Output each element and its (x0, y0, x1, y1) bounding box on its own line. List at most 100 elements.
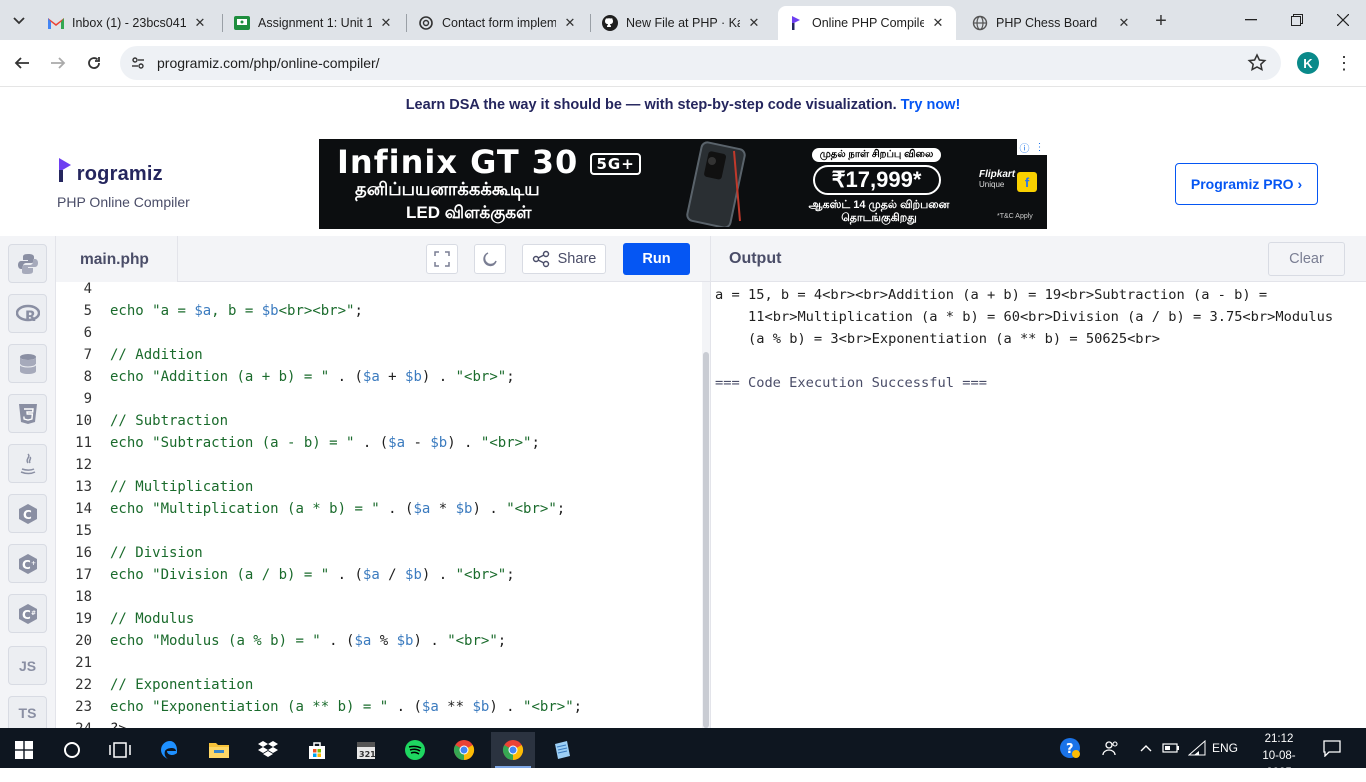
calendar-app-icon[interactable]: 321 (344, 732, 388, 768)
reload-icon[interactable] (83, 52, 105, 74)
ad-sale-date: ஆகஸ்ட் 14 முதல் விற்பனை தொடங்குகிறது (789, 199, 969, 225)
tab-assignment[interactable]: Assignment 1: Unit 1 ✕ (224, 6, 404, 40)
clear-button[interactable]: Clear (1268, 242, 1345, 276)
tab-php-compiler[interactable]: Online PHP Compiler ✕ (778, 6, 956, 40)
chrome-icon[interactable] (442, 732, 486, 768)
tab-chess-board[interactable]: PHP Chess Board ✕ (962, 6, 1142, 40)
code-token: "Multiplication (a * b) = " (152, 501, 380, 517)
java-icon[interactable] (8, 444, 47, 483)
code-editor[interactable]: 4 5 echo "a = $a, b = $b<br><br>"; 6 7// Add… (56, 282, 702, 728)
browser-menu-icon[interactable]: ⋮ (1334, 52, 1354, 74)
task-view-icon[interactable] (98, 732, 142, 768)
python-icon[interactable] (8, 244, 47, 283)
close-tab-icon[interactable]: ✕ (746, 15, 762, 31)
windows-start-icon[interactable] (2, 732, 46, 768)
file-tab-main-php[interactable]: main.php (56, 236, 178, 282)
ad-choices-icon[interactable]: ⓘ ⋮ (1017, 139, 1047, 155)
editor-scroll-thumb[interactable] (703, 352, 709, 728)
show-hidden-icons-chevron-icon[interactable] (1138, 737, 1154, 759)
tab-title: Assignment 1: Unit 1 (258, 16, 372, 30)
code-token: echo (110, 633, 153, 649)
line-content: // Subtraction (110, 410, 228, 432)
microsoft-store-icon[interactable] (295, 732, 339, 768)
code-token: $a (388, 435, 406, 451)
close-tab-icon[interactable]: ✕ (192, 15, 208, 31)
code-token: $b (430, 435, 448, 451)
bookmark-star-icon[interactable] (1247, 53, 1267, 73)
close-window-icon[interactable] (1330, 8, 1356, 32)
wifi-icon[interactable] (1186, 737, 1208, 759)
ad-sale-line-2: தொடங்குகிறது (841, 212, 917, 224)
ad-sale-line-1: ஆகஸ்ட் 14 முதல் விற்பனை (808, 199, 950, 211)
share-icon (532, 250, 549, 268)
cpp-icon[interactable]: C + (8, 544, 47, 583)
forward-icon[interactable] (47, 52, 69, 74)
share-button[interactable]: Share (522, 244, 606, 274)
svg-text:+: + (31, 560, 36, 567)
system-clock[interactable]: 21:12 10-08-2025 (1252, 731, 1306, 782)
programiz-logo[interactable]: rogramiz (57, 158, 163, 186)
line-content: echo "Exponentiation (a ** b) = " . ($a … (110, 696, 582, 718)
typescript-icon[interactable]: TS (8, 696, 47, 728)
help-icon[interactable]: ? (1058, 737, 1082, 759)
people-icon[interactable] (1100, 737, 1122, 759)
tab-github[interactable]: New File at PHP · Kar ✕ (592, 6, 772, 40)
advertisement-banner[interactable]: Infinix GT 30 5G+ தனிப்பயனாக்கக்கூடிய LE… (319, 139, 1047, 229)
notepad-icon[interactable] (540, 732, 584, 768)
edge-icon[interactable] (148, 732, 192, 768)
globe-icon (972, 15, 988, 31)
line-content: echo "Division (a / b) = " . ($a / $b) .… (110, 564, 515, 586)
restore-icon[interactable] (1284, 8, 1310, 32)
dropbox-icon[interactable] (246, 732, 290, 768)
sql-icon[interactable] (8, 344, 47, 383)
close-tab-icon[interactable]: ✕ (562, 15, 578, 31)
back-icon[interactable] (11, 52, 33, 74)
html-icon[interactable] (8, 394, 47, 433)
run-button[interactable]: Run (623, 243, 690, 275)
notifications-icon[interactable] (1320, 737, 1344, 759)
programiz-pro-button[interactable]: Programiz PRO › (1175, 163, 1318, 205)
tab-gmail[interactable]: Inbox (1) - 23bcs041@ ✕ (38, 6, 218, 40)
javascript-icon[interactable]: JS (8, 646, 47, 685)
promo-link[interactable]: Try now! (901, 97, 961, 113)
search-icon[interactable] (50, 732, 94, 768)
flipkart-icon: f (1017, 172, 1037, 192)
github-icon (602, 15, 618, 31)
flipkart-logo: Flipkart Unique (979, 169, 1015, 189)
editor-toolbar: main.php Share Run (56, 236, 710, 282)
close-tab-icon[interactable]: ✕ (1116, 15, 1132, 31)
r-icon[interactable]: R (8, 294, 47, 333)
spotify-icon[interactable] (393, 732, 437, 768)
url-text[interactable]: programiz.com/php/online-compiler/ (157, 55, 380, 71)
tab-contact-form[interactable]: Contact form implem ✕ (408, 6, 588, 40)
input-language[interactable]: ENG (1208, 737, 1242, 759)
minimize-icon[interactable] (1238, 8, 1264, 32)
site-info-icon[interactable] (130, 55, 146, 71)
code-token: ; (573, 699, 583, 715)
c-icon[interactable]: C (8, 494, 47, 533)
csharp-icon[interactable]: C # (8, 594, 47, 633)
svg-text:#: # (31, 610, 36, 617)
close-tab-icon[interactable]: ✕ (930, 15, 946, 31)
code-token: "Modulus (a % b) = " (152, 633, 321, 649)
tab-search-chevron-icon[interactable] (10, 12, 28, 30)
file-explorer-icon[interactable] (197, 732, 241, 768)
close-tab-icon[interactable]: ✕ (378, 15, 394, 31)
panel-divider[interactable] (710, 236, 711, 728)
line-content: // Exponentiation (110, 674, 253, 696)
profile-avatar[interactable]: K (1297, 52, 1319, 74)
chrome-active-icon[interactable] (491, 732, 535, 768)
editor-scrollbar[interactable] (702, 282, 710, 728)
line-number: 18 (75, 589, 92, 605)
battery-icon[interactable] (1160, 737, 1182, 759)
new-tab-button[interactable]: + (1150, 10, 1172, 32)
line-content: ?> (110, 718, 127, 728)
code-token: . ( (320, 633, 355, 649)
fullscreen-icon[interactable] (426, 244, 458, 274)
address-bar[interactable]: programiz.com/php/online-compiler/ (120, 46, 1281, 80)
code-token: $a (362, 567, 380, 583)
clock-date: 10-08-2025 (1262, 750, 1296, 779)
line-content: echo "a = $a, b = $b<br><br>"; (110, 300, 363, 322)
line-content: // Addition (110, 344, 203, 366)
dark-mode-moon-icon[interactable] (474, 244, 506, 274)
